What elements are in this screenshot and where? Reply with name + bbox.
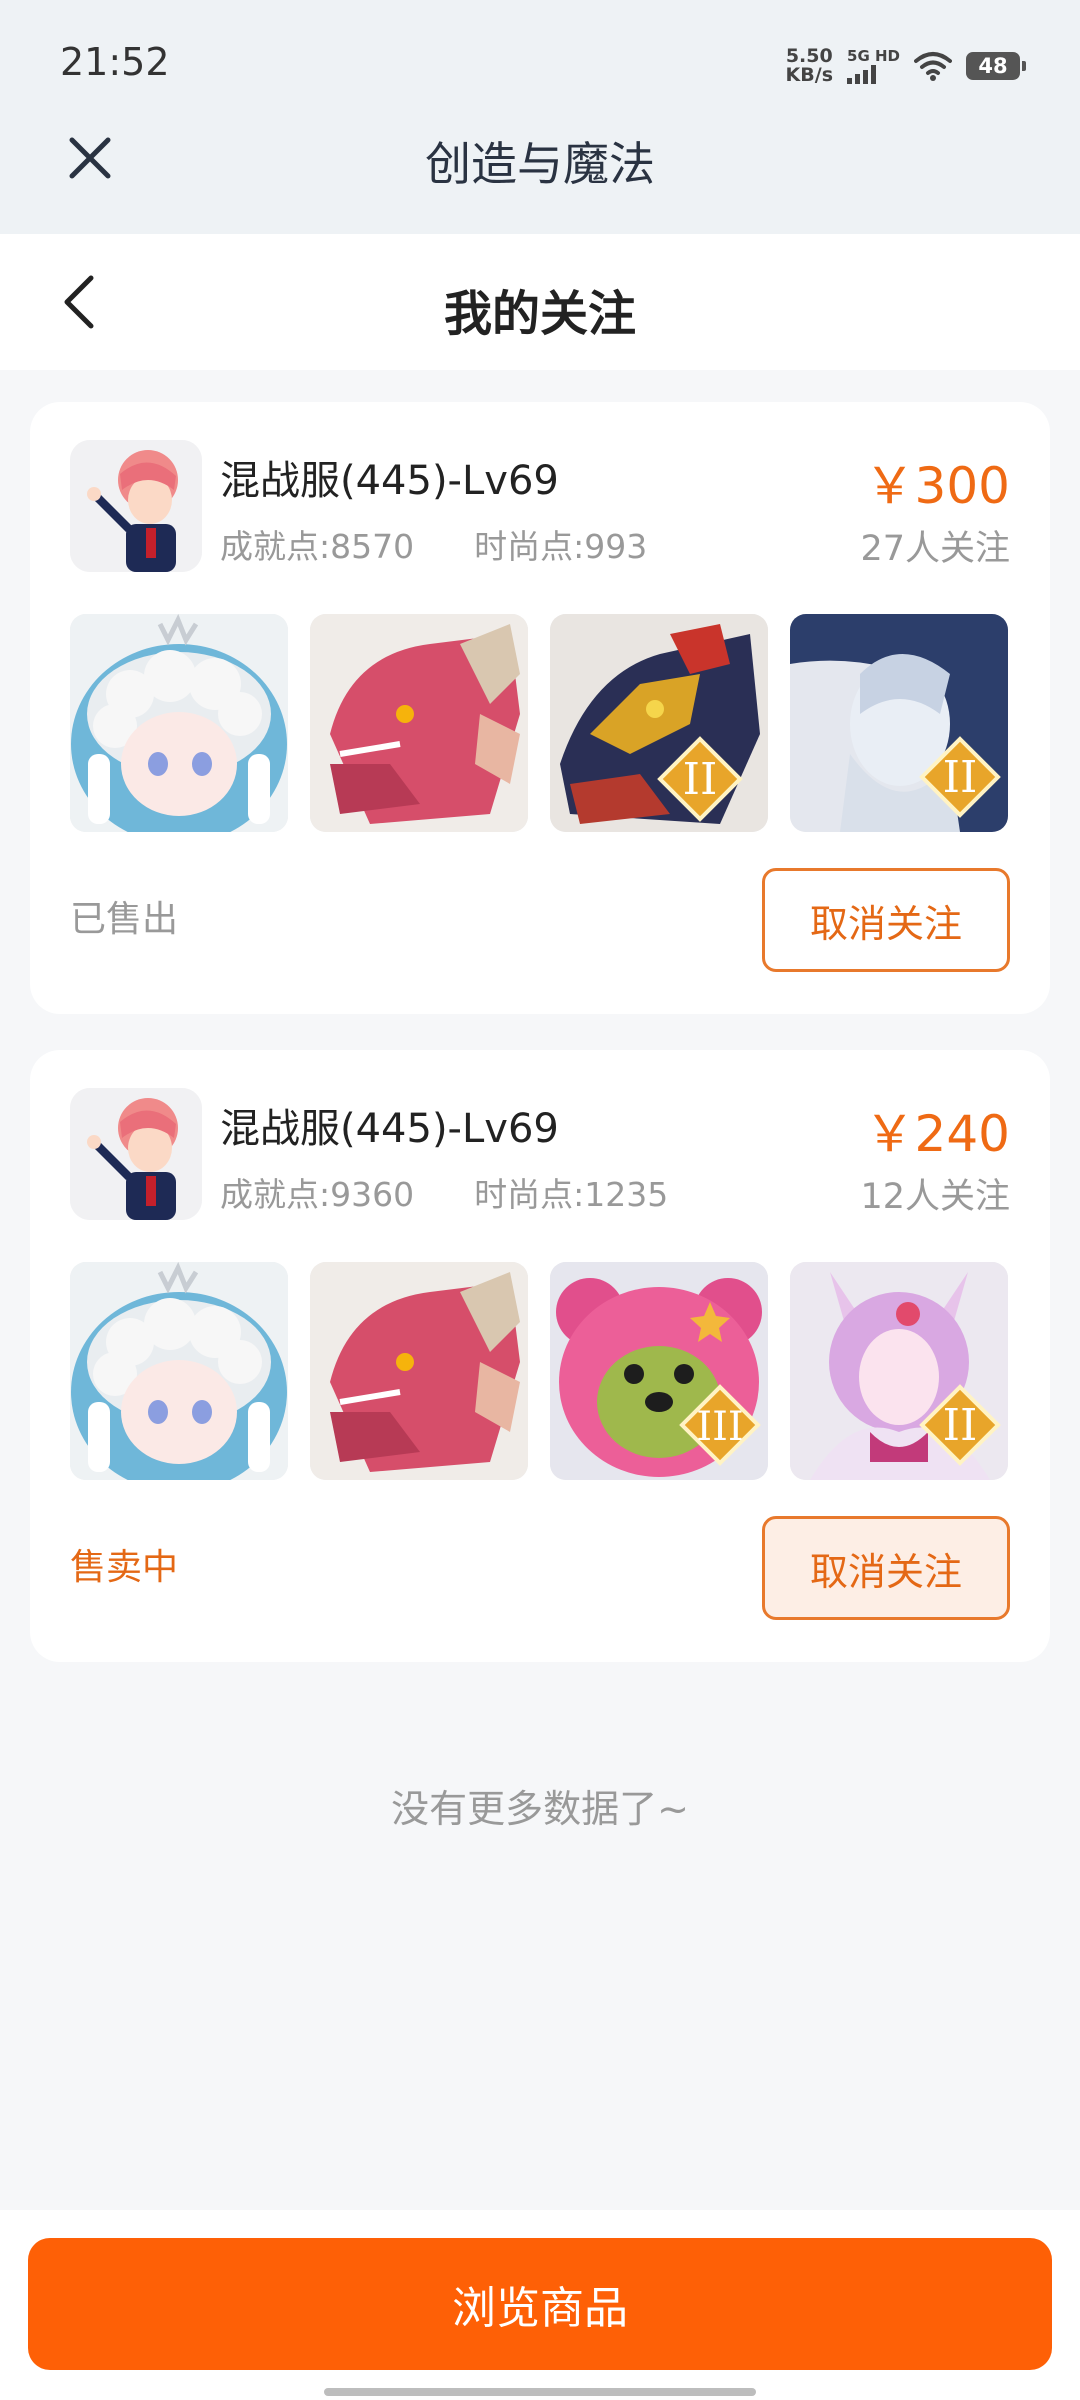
page-title: 我的关注 xyxy=(443,286,636,342)
achievement-points: 成就点:8570 xyxy=(220,527,415,566)
item-thumbnail-red-dragon[interactable] xyxy=(310,1262,528,1480)
follower-count: 12人关注 xyxy=(860,1177,1010,1217)
wifi-icon xyxy=(914,51,952,81)
item-thumbnail-red-dragon[interactable] xyxy=(310,614,528,832)
listing-card[interactable]: 混战服(445)-Lv69 成就点:9360 时尚点:1235 ￥240 12人… xyxy=(30,1050,1050,1662)
browse-products-button[interactable]: 浏览商品 xyxy=(28,2238,1052,2370)
item-thumbnails: III II xyxy=(70,1262,1010,1480)
net-speed: 5.50 KB/s xyxy=(786,47,833,85)
unfollow-button[interactable]: 取消关注 xyxy=(762,1516,1010,1620)
listing-card[interactable]: 混战服(445)-Lv69 成就点:8570 时尚点:993 ￥300 27人关… xyxy=(30,402,1050,1014)
cellular-signal-icon: 5G HD xyxy=(847,48,900,84)
svg-text:II: II xyxy=(943,1400,978,1451)
item-thumbnail-ice-warrior[interactable]: II xyxy=(790,614,1008,832)
listing-status: 已售出 xyxy=(70,899,179,940)
item-thumbnail-golden-dragon[interactable]: II xyxy=(550,614,768,832)
no-more-data-text: 没有更多数据了~ xyxy=(391,1787,689,1831)
svg-text:II: II xyxy=(683,754,718,805)
unfollow-button[interactable]: 取消关注 xyxy=(762,868,1010,972)
mini-app-title: 创造与魔法 xyxy=(425,137,655,191)
character-avatar xyxy=(70,440,202,572)
page-header: 我的关注 xyxy=(0,234,1080,370)
character-avatar xyxy=(70,1088,202,1220)
net-speed-unit: KB/s xyxy=(785,64,834,86)
achievement-points: 成就点:9360 xyxy=(220,1175,415,1214)
character-stats: 成就点:8570 时尚点:993 xyxy=(220,520,647,568)
listing-status: 售卖中 xyxy=(70,1547,179,1588)
status-icons: 5.50 KB/s 5G HD 48 xyxy=(786,44,1026,88)
item-thumbnail-cloud-hair-character[interactable] xyxy=(70,1262,288,1480)
bottom-bar: 浏览商品 xyxy=(0,2210,1080,2400)
item-thumbnail-fox-spirit[interactable]: II xyxy=(790,1262,1008,1480)
item-thumbnail-pink-bear[interactable]: III xyxy=(550,1262,768,1480)
network-label: 5G HD xyxy=(847,47,900,65)
fashion-points: 时尚点:993 xyxy=(474,527,648,566)
item-thumbnail-cloud-hair-character[interactable] xyxy=(70,614,288,832)
price: ￥240 xyxy=(864,1105,1010,1163)
price: ￥300 xyxy=(864,457,1010,515)
follower-count: 27人关注 xyxy=(860,529,1010,569)
status-time: 21:52 xyxy=(60,40,170,84)
server-name: 混战服(445)-Lv69 xyxy=(220,1106,559,1152)
character-stats: 成就点:9360 时尚点:1235 xyxy=(220,1168,668,1216)
svg-text:II: II xyxy=(943,752,978,803)
battery-level: 48 xyxy=(978,54,1008,78)
server-name: 混战服(445)-Lv69 xyxy=(220,458,559,504)
top-bar: 21:52 5.50 KB/s 5G HD 48 创造与魔法 xyxy=(0,0,1080,234)
item-thumbnails: II II xyxy=(70,614,1010,832)
battery-icon: 48 xyxy=(966,52,1026,80)
home-indicator[interactable] xyxy=(324,2388,756,2396)
svg-text:III: III xyxy=(696,1404,743,1450)
fashion-points: 时尚点:1235 xyxy=(474,1175,669,1214)
